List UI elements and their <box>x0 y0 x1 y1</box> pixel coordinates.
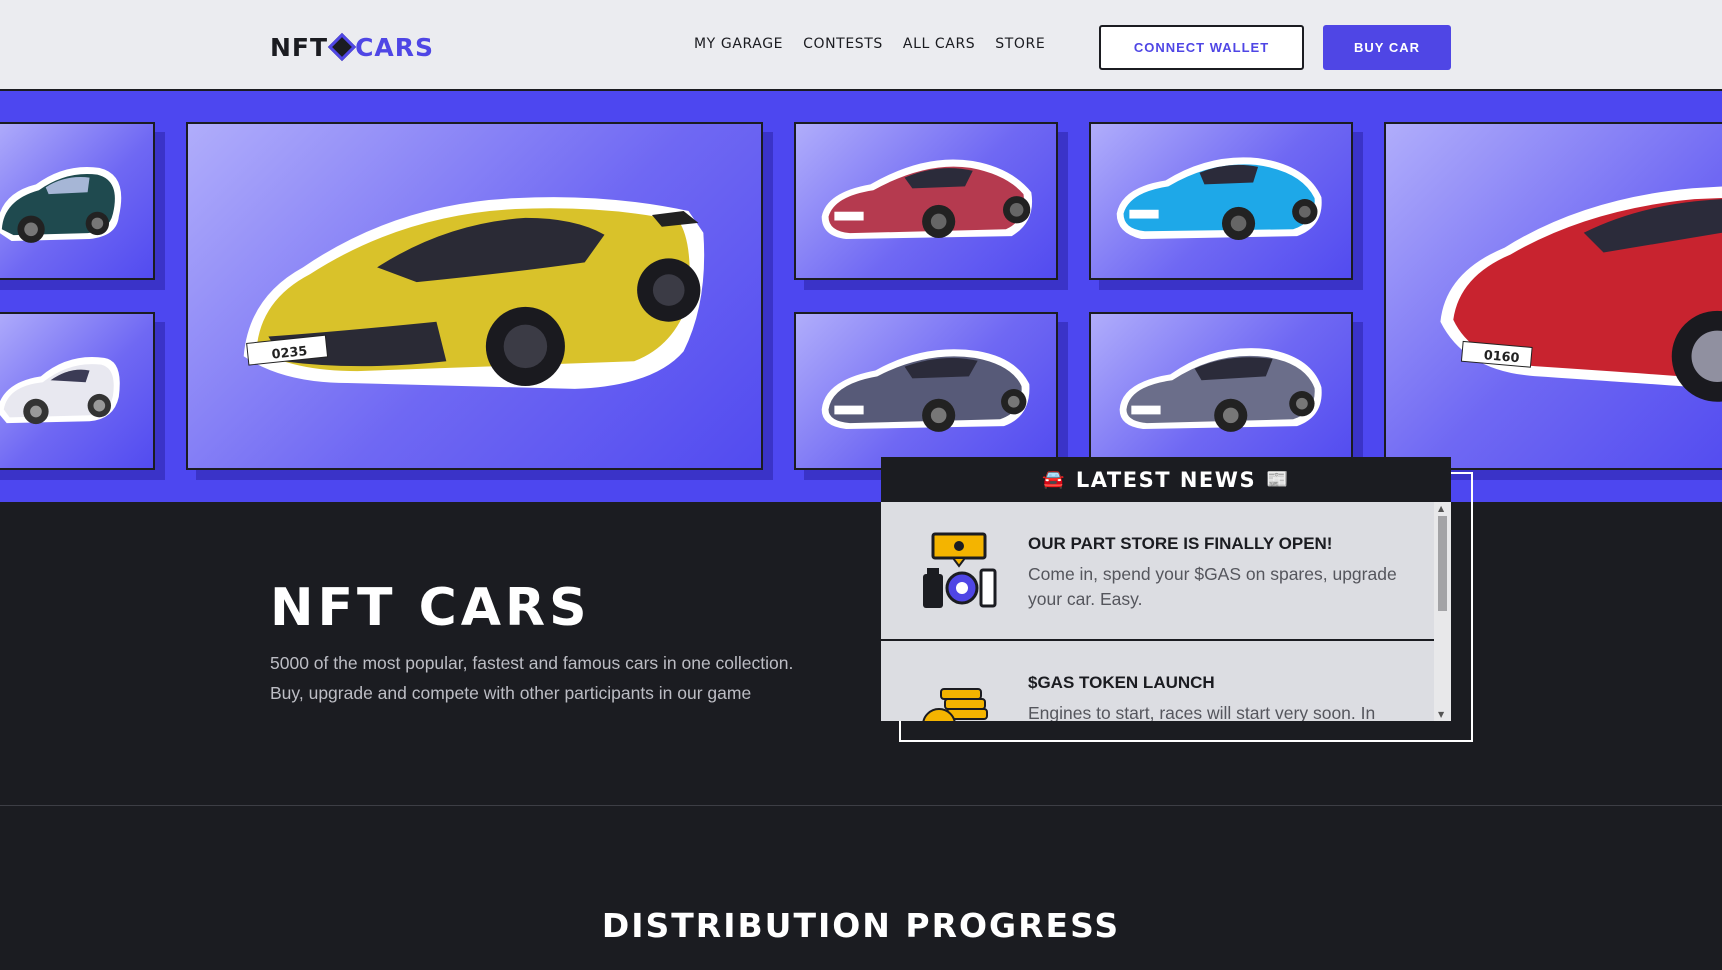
nav-all-cars[interactable]: ALL CARS <box>903 36 975 52</box>
gas-token-coins-icon <box>922 688 988 721</box>
news-item-title: OUR PART STORE IS FINALLY OPEN! <box>1028 534 1333 553</box>
car-emoji-icon: 🚘 <box>1042 469 1066 490</box>
nav-contests[interactable]: CONTESTS <box>803 36 883 52</box>
car-image <box>0 166 122 243</box>
hero-subtitle: 5000 of the most popular, fastest and fa… <box>270 648 850 708</box>
car-tile-grey-camaro[interactable] <box>794 312 1058 470</box>
car-tile-red-coupe[interactable] <box>794 122 1058 280</box>
car-tile-blue-porsche[interactable] <box>1089 122 1353 280</box>
plate-number: 0160 <box>1483 348 1520 366</box>
logo-text-right: CARS <box>355 32 435 62</box>
main-nav: MY GARAGE CONTESTS ALL CARS STORE <box>694 36 1045 52</box>
news-scrollbar[interactable]: ▲ ▼ <box>1434 502 1451 721</box>
parts-store-icon <box>923 532 997 608</box>
hero-title: NFT CARS <box>270 578 591 638</box>
scrollbar-thumb[interactable] <box>1438 516 1447 611</box>
section-divider <box>0 805 1722 806</box>
car-tile-dark-coupe[interactable] <box>0 122 155 280</box>
logo-diamond-icon <box>327 32 357 62</box>
latest-news-panel[interactable]: 🚘 LATEST NEWS 📰 OUR PART STORE IS FINALL… <box>881 457 1451 721</box>
car-image: 0235 <box>243 197 705 389</box>
car-image <box>821 349 1030 432</box>
car-tile-grey-sedan[interactable] <box>1089 312 1353 470</box>
car-image: 0160 <box>1440 186 1722 402</box>
newspaper-emoji-icon: 📰 <box>1266 469 1290 490</box>
car-image <box>1119 348 1322 432</box>
connect-wallet-button[interactable]: CONNECT WALLET <box>1099 25 1304 70</box>
site-logo[interactable]: NFT CARS <box>270 30 434 64</box>
logo-text-left: NFT <box>270 32 329 62</box>
news-item[interactable]: $GAS TOKEN LAUNCH Engines to start, race… <box>881 641 1434 721</box>
car-tile-white-supercar[interactable] <box>0 312 155 470</box>
nav-my-garage[interactable]: MY GARAGE <box>694 36 783 52</box>
news-item-text: Come in, spend your $GAS on spares, upgr… <box>1028 564 1397 609</box>
car-tile-red-tesla[interactable]: 0160 <box>1384 122 1722 470</box>
car-tile-yellow-supercar[interactable]: 0235 <box>186 122 763 470</box>
buy-car-button[interactable]: BUY CAR <box>1323 25 1451 70</box>
scroll-down-arrow-icon[interactable]: ▼ <box>1438 710 1444 719</box>
scroll-up-arrow-icon[interactable]: ▲ <box>1438 504 1444 513</box>
news-item-title: $GAS TOKEN LAUNCH <box>1028 673 1215 692</box>
car-image <box>1116 157 1322 240</box>
latest-news-title: LATEST NEWS <box>1075 467 1257 492</box>
latest-news-header: 🚘 LATEST NEWS 📰 <box>881 457 1451 502</box>
car-gallery: 0235 0160 <box>0 91 1722 502</box>
nav-store[interactable]: STORE <box>995 36 1045 52</box>
news-item[interactable]: OUR PART STORE IS FINALLY OPEN! Come in,… <box>881 502 1434 641</box>
news-item-text: Engines to start, races will start very … <box>1028 703 1376 721</box>
distribution-progress-title: DISTRIBUTION PROGRESS <box>601 906 1121 945</box>
hero-subtitle-line-2: Buy, upgrade and compete with other part… <box>270 683 752 703</box>
site-header: NFT CARS MY GARAGE CONTESTS ALL CARS STO… <box>0 0 1722 91</box>
hero-subtitle-line-1: 5000 of the most popular, fastest and fa… <box>270 653 794 673</box>
car-image <box>0 357 120 425</box>
car-image <box>821 159 1033 240</box>
